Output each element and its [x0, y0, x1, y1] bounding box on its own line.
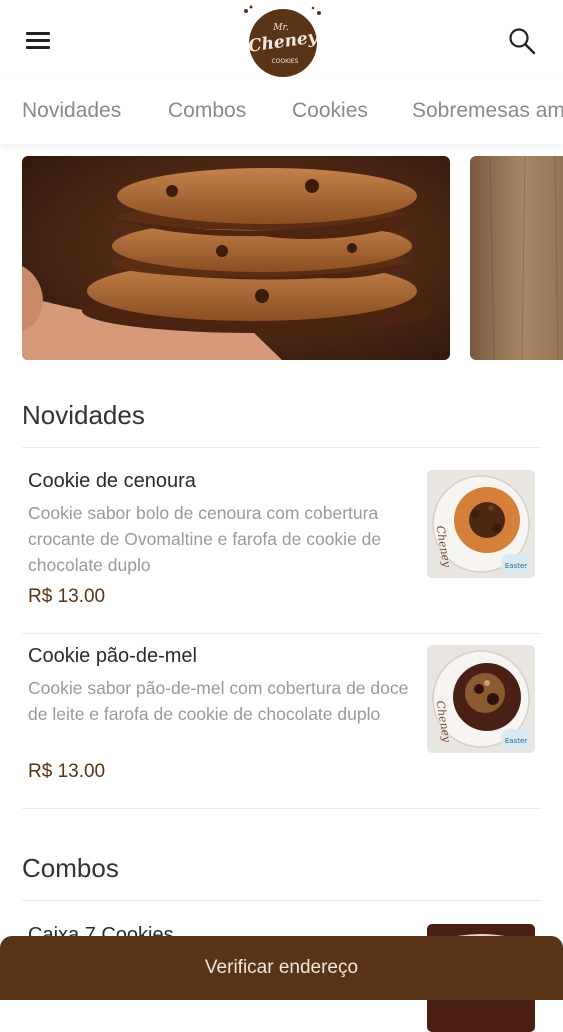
easter-badge-text: Easter: [505, 562, 527, 570]
section-divider: [22, 900, 542, 901]
product-name: Cookie pão-de-mel: [28, 645, 197, 667]
verify-address-button[interactable]: Verificar endereço: [0, 936, 563, 1000]
product-cookie-cenoura[interactable]: Cookie de cenoura Cookie sabor bolo de c…: [22, 470, 542, 620]
promo-banner-cookies[interactable]: [22, 156, 450, 360]
search-icon[interactable]: [508, 27, 536, 55]
product-cookie-pao-de-mel[interactable]: Cookie pão-de-mel Cookie sabor pão-de-me…: [22, 645, 542, 795]
logo-text-cookies: COOKIES: [272, 58, 299, 65]
item-divider: [22, 633, 542, 634]
product-price: R$ 13.00: [28, 761, 106, 782]
easter-badge-text: Easter: [505, 737, 527, 745]
section-title-novidades: Novidades: [22, 400, 145, 430]
promo-banner-secondary[interactable]: [470, 156, 563, 360]
section-title-combos: Combos: [22, 853, 119, 883]
wood-background-image: [470, 156, 563, 360]
product-description: Cookie sabor bolo de cenoura com cobertu…: [28, 503, 382, 575]
tab-cookies[interactable]: Cookies: [292, 99, 368, 123]
hamburger-menu-icon[interactable]: [26, 30, 50, 50]
cookie-stack-image: [22, 156, 450, 360]
tab-combos[interactable]: Combos: [168, 99, 246, 123]
product-thumbnail: Cheney Easter: [427, 470, 535, 578]
mr-cheney-logo[interactable]: Mr. Cheney COOKIES: [241, 3, 325, 79]
section-end-divider: [22, 808, 542, 809]
product-price: R$ 13.00: [28, 586, 106, 607]
verify-address-label: Verificar endereço: [204, 957, 359, 978]
app-header: Mr. Cheney COOKIES: [0, 0, 563, 80]
section-divider: [22, 447, 542, 448]
product-description: Cookie sabor pão-de-mel com cobertura de…: [28, 678, 409, 724]
product-name: Cookie de cenoura: [28, 470, 196, 492]
category-tabs: Novidades Combos Cookies Sobremesas am: [0, 80, 563, 144]
tab-novidades[interactable]: Novidades: [22, 99, 121, 123]
tab-sobremesas[interactable]: Sobremesas am: [412, 99, 563, 123]
product-thumbnail: Cheney Easter: [427, 645, 535, 753]
